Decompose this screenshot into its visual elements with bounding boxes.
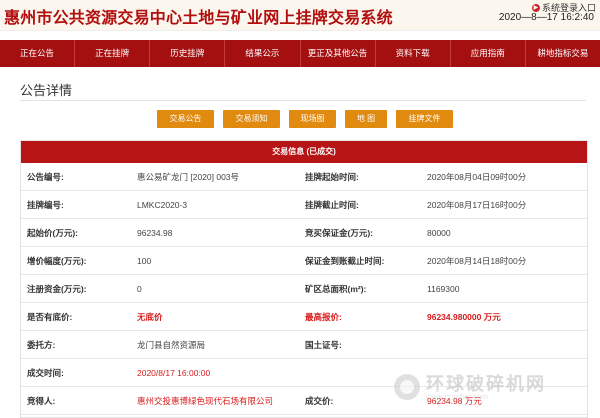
nav-item-guide[interactable]: 应用指南 [451, 40, 526, 67]
nav-item-farmland-quota[interactable]: 耕地指标交易 [526, 40, 600, 67]
login-arrow-icon: ▶ [531, 3, 540, 12]
site-header: 惠州市公共资源交易中心土地与矿业网上挂牌交易系统 ▶ 系统登录入口 2020—8… [0, 0, 600, 31]
table-row: 注册资金(万元): 0 矿区总面积(m²): 1169300 [21, 274, 587, 303]
listing-no-value: LMKC2020-3 [131, 190, 299, 219]
deposit-deadline-label: 保证金到账截止时间: [299, 246, 421, 275]
nav-item-history[interactable]: 历史挂牌 [150, 40, 226, 67]
land-cert-value [421, 330, 587, 359]
watermark: 环球破碎机网 www.crusher.com [394, 370, 584, 404]
listing-end-label: 挂牌截止时间: [299, 190, 421, 219]
transaction-info-header: 交易信息 (已成交) [21, 141, 587, 163]
page-title: 公告详情 [20, 83, 73, 98]
tab-listing-documents[interactable]: 挂牌文件 [396, 110, 453, 128]
nav-item-listing[interactable]: 正在挂牌 [75, 40, 151, 67]
listing-start-value: 2020年08月04日09时00分 [421, 163, 587, 191]
mining-area-label: 矿区总面积(m²): [299, 274, 421, 303]
nav-item-downloads[interactable]: 资料下载 [376, 40, 451, 67]
tab-site-photos[interactable]: 现场图 [289, 110, 336, 128]
announcement-no-value: 惠公易矿龙门 [2020] 003号 [131, 163, 299, 191]
main-nav: 正在公告 正在挂牌 历史挂牌 结果公示 更正及其他公告 资料下载 应用指南 耕地… [0, 40, 600, 67]
watermark-url: www.crusher.com [426, 393, 489, 401]
reserve-price-label: 是否有底价: [21, 302, 131, 331]
listing-no-label: 挂牌编号: [21, 190, 131, 219]
increment-label: 增价幅度(万元): [21, 246, 131, 275]
starting-price-value: 96234.98 [131, 218, 299, 247]
deposit-value: 80000 [421, 218, 587, 247]
nav-item-corrections[interactable]: 更正及其他公告 [301, 40, 376, 67]
registered-capital-label: 注册资金(万元): [21, 274, 131, 303]
winning-bidder-value: 惠州交投惠博绿色现代石场有限公司 [131, 386, 299, 415]
highest-bid-value: 96234.980000 万元 [421, 302, 587, 331]
mining-area-value: 1169300 [421, 274, 587, 303]
deposit-deadline-value: 2020年08月14日18时00分 [421, 246, 587, 275]
deal-time-label: 成交时间: [21, 358, 131, 387]
table-row: 挂牌编号: LMKC2020-3 挂牌截止时间: 2020年08月17日16时0… [21, 190, 587, 219]
tab-transaction-notice[interactable]: 交易须知 [223, 110, 280, 128]
table-row: 公告编号: 惠公易矿龙门 [2020] 003号 挂牌起始时间: 2020年08… [21, 163, 587, 191]
increment-value: 100 [131, 246, 299, 275]
entrusting-party-value: 龙门县自然资源局 [131, 330, 299, 359]
table-row: 起始价(万元): 96234.98 竞买保证金(万元): 80000 [21, 218, 587, 247]
registered-capital-value: 0 [131, 274, 299, 303]
site-title: 惠州市公共资源交易中心土地与矿业网上挂牌交易系统 [4, 10, 393, 27]
table-row: 增价幅度(万元): 100 保证金到账截止时间: 2020年08月14日18时0… [21, 246, 587, 275]
tab-map[interactable]: 地 图 [345, 110, 387, 128]
watermark-text: 环球破碎机网 [426, 373, 546, 394]
tab-transaction-announcement[interactable]: 交易公告 [157, 110, 214, 128]
table-row: 委托方: 龙门县自然资源局 国土证号: [21, 330, 587, 359]
entrusting-party-label: 委托方: [21, 330, 131, 359]
starting-price-label: 起始价(万元): [21, 218, 131, 247]
reserve-price-value: 无底价 [131, 302, 299, 331]
nav-item-announcing[interactable]: 正在公告 [0, 40, 76, 67]
title-divider [20, 100, 586, 101]
detail-tabs: 交易公告 交易须知 现场图 地 图 挂牌文件 [0, 110, 600, 128]
highest-bid-label: 最高报价: [299, 302, 421, 331]
winning-bidder-label: 竞得人: [21, 386, 131, 415]
current-datetime: 2020—8—17 16:2:40 [498, 12, 594, 23]
watermark-logo-icon [394, 374, 420, 400]
listing-start-label: 挂牌起始时间: [299, 163, 421, 191]
deposit-label: 竞买保证金(万元): [299, 218, 421, 247]
nav-item-results[interactable]: 结果公示 [225, 40, 301, 67]
table-row: 是否有底价: 无底价 最高报价: 96234.980000 万元 [21, 302, 587, 331]
listing-end-value: 2020年08月17日16时00分 [421, 190, 587, 219]
land-cert-label: 国土证号: [299, 330, 421, 359]
deal-time-value: 2020/8/17 16:00:00 [131, 358, 299, 387]
announcement-no-label: 公告编号: [21, 163, 131, 191]
